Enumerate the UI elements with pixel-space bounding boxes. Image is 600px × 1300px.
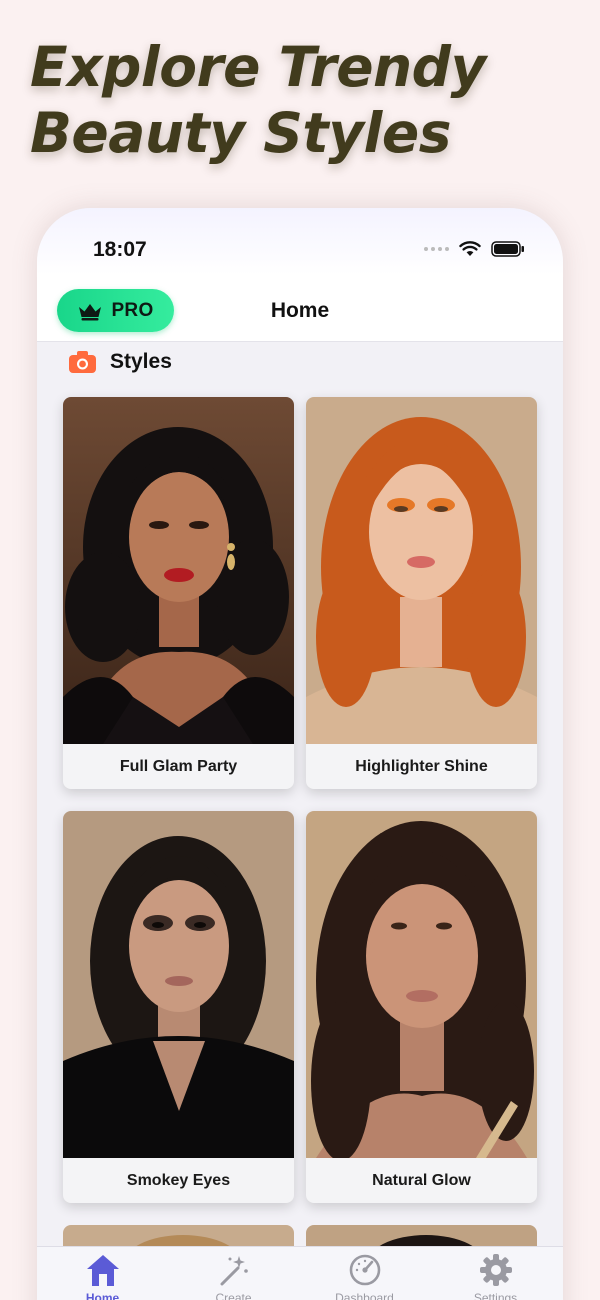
gear-icon [479, 1254, 512, 1286]
section-header: Styles [69, 350, 172, 374]
nav-bar: PRO Home [37, 286, 563, 342]
style-card-smokey-eyes[interactable]: Smokey Eyes [63, 811, 294, 1203]
status-time: 18:07 [93, 238, 147, 261]
style-photo [63, 397, 294, 744]
battery-icon [491, 241, 524, 257]
tab-dashboard[interactable]: Dashboard [299, 1253, 430, 1300]
home-icon [86, 1255, 119, 1286]
status-icons [424, 241, 525, 257]
style-card-natural-glow[interactable]: Natural Glow [306, 811, 537, 1203]
phone-frame: 18:07 PRO Home Styles Full Glam Party Hi… [37, 208, 563, 1300]
tab-settings[interactable]: Settings [430, 1253, 561, 1300]
style-label: Natural Glow [372, 1171, 471, 1189]
magic-wand-icon [220, 1256, 248, 1286]
tab-label: Create [215, 1291, 252, 1300]
speedometer-icon [349, 1254, 380, 1286]
tab-create[interactable]: Create [168, 1253, 299, 1300]
promo-headline-line-1: Explore Trendy [30, 35, 486, 99]
style-photo [306, 811, 537, 1158]
style-card-highlighter-shine[interactable]: Highlighter Shine [306, 397, 537, 789]
style-label: Highlighter Shine [355, 757, 488, 775]
cellular-signal-icon [424, 247, 449, 251]
page-title: Home [270, 299, 330, 322]
status-bar: 18:07 [37, 208, 563, 292]
style-photo [306, 397, 537, 744]
promo-headline: Explore Trendy Beauty Styles [30, 34, 590, 166]
tab-bar: Home Create Dashboard Settings [37, 1246, 563, 1300]
wifi-icon [459, 241, 481, 256]
section-title: Styles [110, 350, 172, 373]
style-label: Full Glam Party [119, 757, 238, 775]
style-photo [63, 811, 294, 1158]
tab-label: Dashboard [335, 1291, 394, 1300]
camera-icon [69, 351, 96, 373]
promo-headline-line-2: Beauty Styles [30, 101, 451, 165]
style-label: Smokey Eyes [126, 1171, 231, 1189]
tab-home[interactable]: Home [37, 1253, 168, 1300]
style-card-full-glam-party[interactable]: Full Glam Party [63, 397, 294, 789]
tab-label: Home [85, 1291, 120, 1300]
tab-label: Settings [473, 1291, 518, 1300]
